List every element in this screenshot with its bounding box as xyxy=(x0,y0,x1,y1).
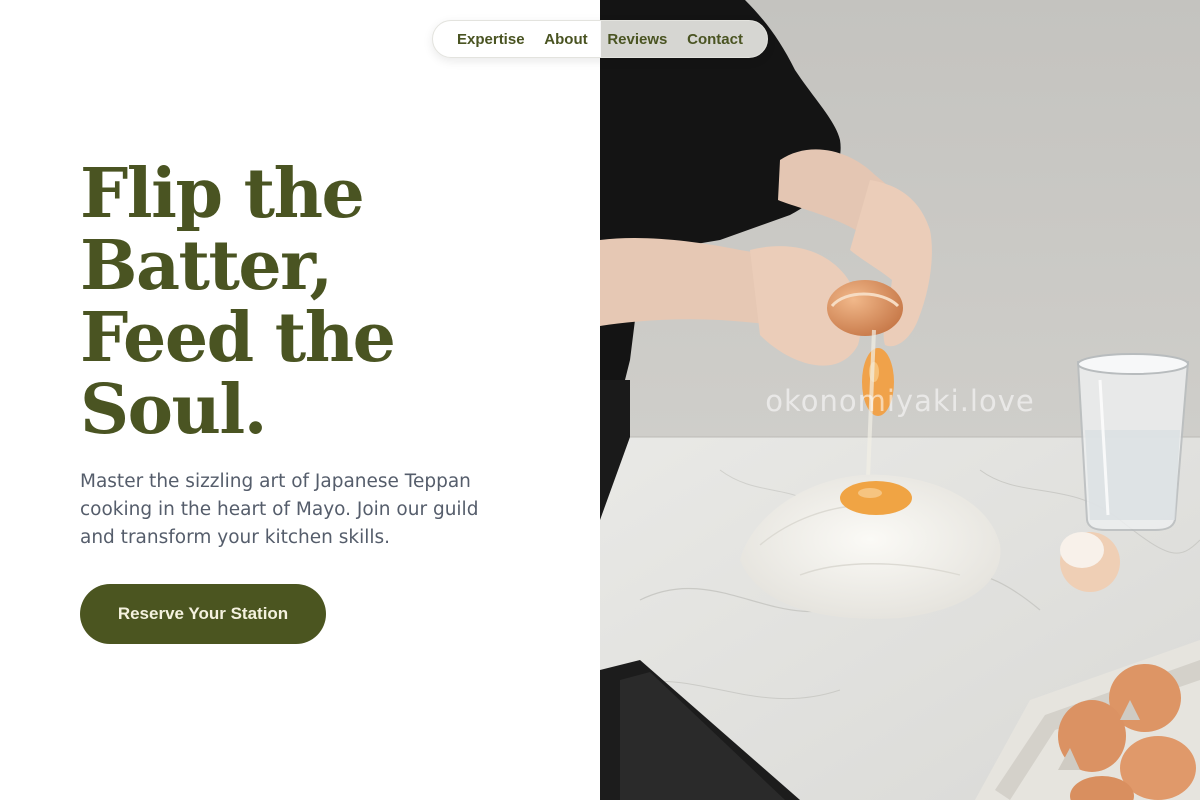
nav-item-reviews[interactable]: Reviews xyxy=(607,31,667,48)
nav-item-about[interactable]: About xyxy=(544,31,587,48)
hero-photo: okonomiyaki.love xyxy=(600,0,1200,800)
top-nav: Expertise About Reviews Contact xyxy=(432,20,768,58)
hero-subtext: Master the sizzling art of Japanese Tepp… xyxy=(80,471,479,548)
headline-line: Batter, xyxy=(80,226,333,306)
headline-line: Soul. xyxy=(80,370,267,450)
watermark-text: okonomiyaki.love xyxy=(765,384,1035,418)
reserve-station-button[interactable]: Reserve Your Station xyxy=(80,584,326,644)
headline-line: Feed the xyxy=(80,298,396,378)
hero-headline: Flip the Batter, Feed the Soul. xyxy=(80,158,540,446)
nav-item-contact[interactable]: Contact xyxy=(687,31,743,48)
nav-item-expertise[interactable]: Expertise xyxy=(457,31,525,48)
hero-section: Flip the Batter, Feed the Soul. Master t… xyxy=(0,0,600,800)
headline-line: Flip the xyxy=(80,154,365,234)
